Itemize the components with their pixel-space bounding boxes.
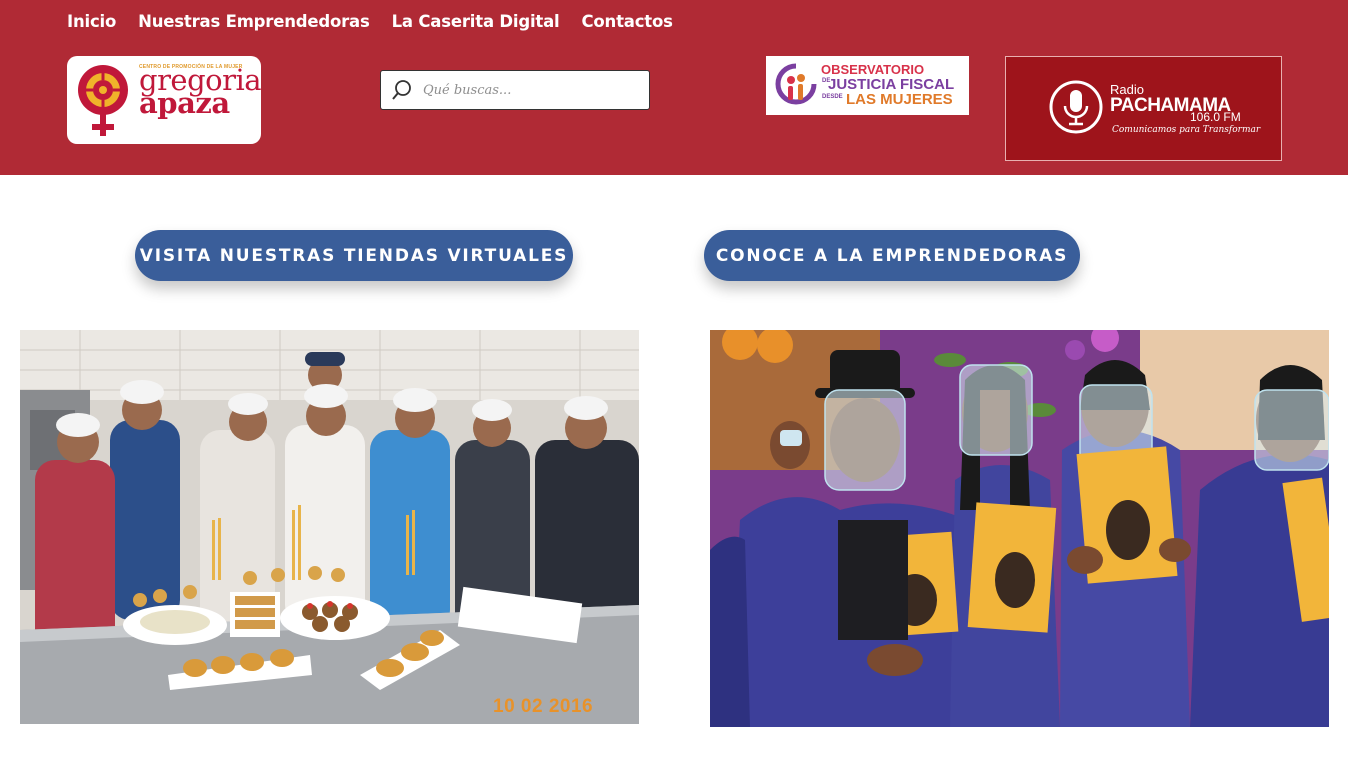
observatorio-las-mujeres: LAS MUJERES (846, 91, 953, 108)
nav-item-inicio[interactable]: Inicio (67, 12, 116, 31)
observatorio-justicia-fiscal: JUSTICIA FISCAL (828, 76, 955, 93)
female-symbol-icon (78, 65, 128, 136)
search-box (380, 70, 650, 110)
search-icon[interactable] (391, 79, 413, 101)
nav-item-la-caserita-digital[interactable]: La Caserita Digital (392, 12, 560, 31)
meet-entrepreneurs-button[interactable]: CONOCE A LA EMPRENDEDORAS (704, 230, 1080, 281)
observatorio-title: OBSERVATORIO (821, 62, 925, 77)
microphone-icon (1049, 80, 1103, 134)
entrepreneurs-books-photo[interactable] (710, 330, 1329, 727)
observatorio-mark-icon (775, 63, 817, 105)
site-header: Inicio Nuestras Emprendedoras La Caserit… (0, 0, 1348, 175)
radio-pachamama-logo[interactable]: Radio PACHAMAMA 106.0 FM Comunicamos par… (1005, 56, 1282, 161)
nav-item-nuestras-emprendedoras[interactable]: Nuestras Emprendedoras (138, 12, 370, 31)
main-nav: Inicio Nuestras Emprendedoras La Caserit… (67, 12, 673, 31)
radio-slogan: Comunicamos para Transformar (1112, 125, 1261, 135)
observatorio-logo[interactable]: OBSERVATORIO DE JUSTICIA FISCAL DESDE LA… (766, 56, 969, 115)
radio-frequency: 106.0 FM (1190, 110, 1241, 124)
entrepreneurs-kitchen-photo[interactable]: 10 02 2016 (20, 330, 639, 724)
observatorio-prefix-desde: DESDE (822, 94, 843, 100)
gregoria-apaza-logo[interactable]: CENTRO DE PROMOCIÓN DE LA MUJER gregoria… (67, 56, 261, 144)
search-input[interactable] (423, 82, 623, 98)
logo-word-apaza: apaza (139, 86, 230, 120)
photo-date-stamp: 10 02 2016 (493, 696, 594, 717)
visit-stores-button[interactable]: VISITA NUESTRAS TIENDAS VIRTUALES (135, 230, 573, 281)
nav-item-contactos[interactable]: Contactos (582, 12, 673, 31)
